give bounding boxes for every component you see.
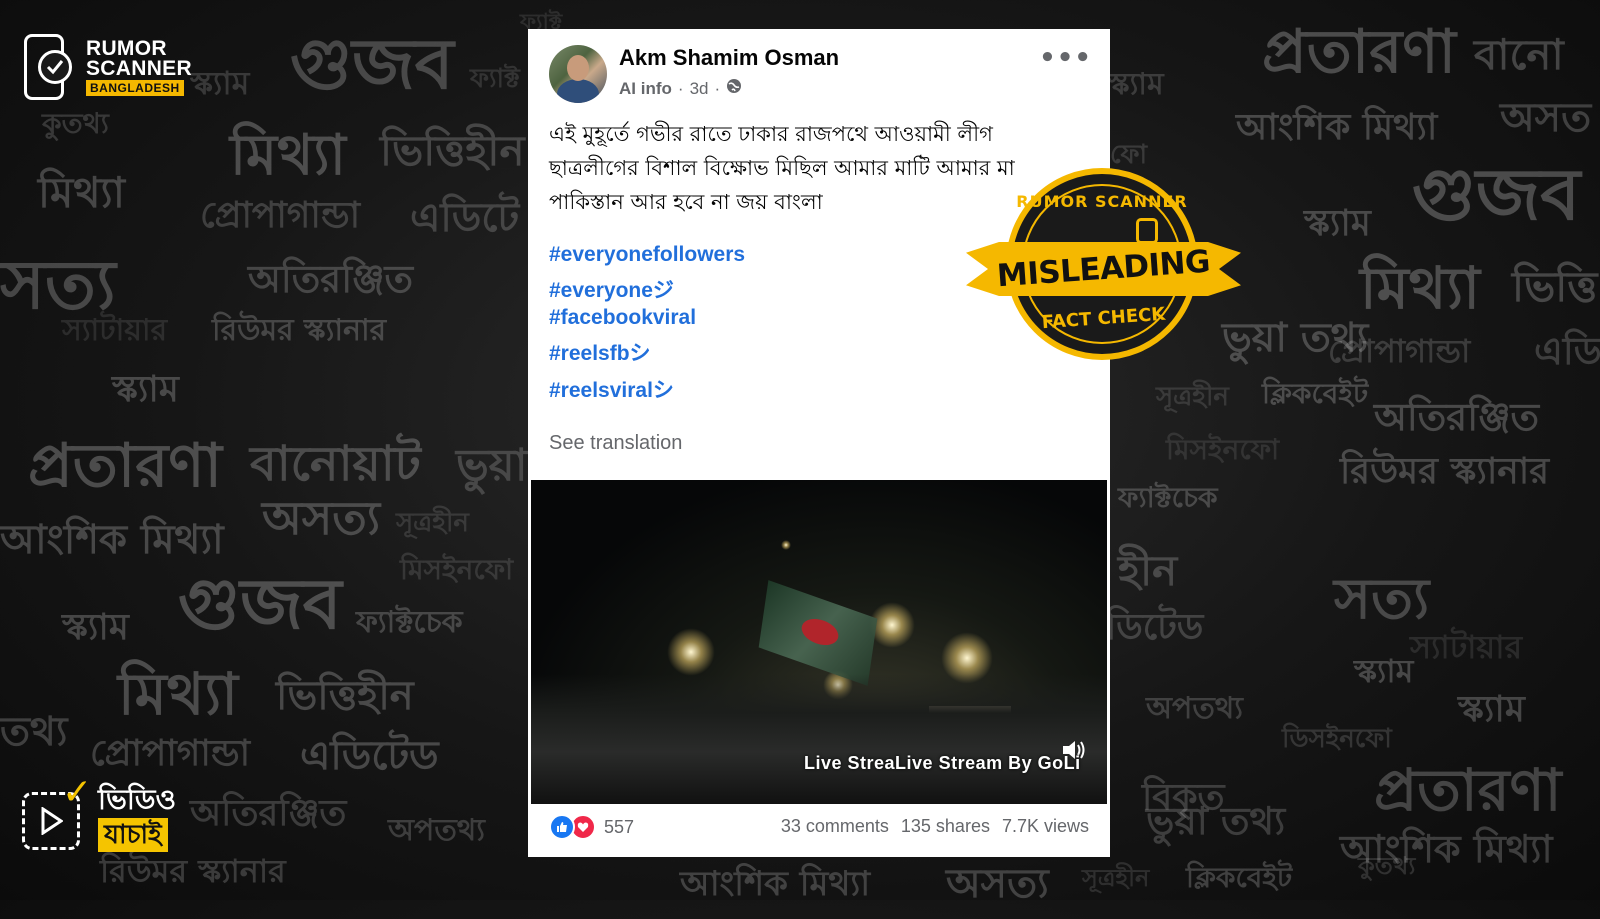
background-word: এডি <box>1534 329 1600 373</box>
video-caption: Live StreaLive Stream By GoLi <box>804 753 1081 773</box>
background-word: স্ক্যাম <box>1354 652 1414 690</box>
star-light <box>781 540 791 550</box>
background-word: স্ক্যাম <box>1458 689 1525 730</box>
checkmark-icon: ✓ <box>62 772 93 813</box>
post-author[interactable]: Akm Shamim Osman <box>619 45 839 71</box>
post-meta: AI info · 3d · <box>619 78 742 99</box>
see-translation-link[interactable]: See translation <box>549 432 682 455</box>
shares-count[interactable]: 135 shares <box>901 816 990 837</box>
stamp-top-text: RUMOR SCANNER <box>1016 192 1188 211</box>
background-word: মিথ্যা <box>38 168 125 217</box>
background-word: স্ক্যাম <box>112 369 179 410</box>
post-time[interactable]: 3d <box>690 79 709 99</box>
hashtag-link[interactable]: #everyoneジ <box>549 274 745 304</box>
background-word: অসত্য <box>946 861 1049 907</box>
background-word: অসত্য <box>262 491 381 545</box>
post-stats: 557 33 comments 135 shares 7.7K views <box>549 814 1089 842</box>
background-word: অপতথ্য <box>388 813 485 848</box>
misleading-stamp: RUMOR SCANNER MISLEADING FACT CHECK <box>966 164 1241 364</box>
background-word: মিসইনফো <box>1166 433 1280 466</box>
brand-line-1: RUMOR <box>86 37 167 60</box>
meta-separator: · <box>677 78 684 98</box>
background-word: অতিরঞ্জিত <box>190 793 347 834</box>
background-word: ভুয়া <box>456 440 528 491</box>
hashtag-list: #everyonefollowers #everyoneジ #facebookvir… <box>549 243 745 411</box>
background-word: প্রতারণা <box>1262 17 1456 87</box>
background-word: অতিরঞ্জিত <box>248 257 414 301</box>
background-word: ফ্যাক্ট <box>470 64 520 94</box>
background-word: ফ্যাক্টচেক <box>356 605 463 640</box>
background-word: গুজব <box>1412 152 1581 236</box>
background-word: অতিরঞ্জিত <box>1374 395 1540 439</box>
background-word: স্যাটায়ার <box>62 313 168 348</box>
avatar-body <box>557 79 599 103</box>
background-word: কুতথ্য <box>42 107 109 140</box>
background-word: ভিত্তিহীন <box>380 126 525 175</box>
facebook-post-card: Akm Shamim Osman AI info · 3d · ••• এই ম… <box>528 29 1110 857</box>
comments-count[interactable]: 33 comments <box>781 816 889 837</box>
background-word: প্রোপাগান্ডা <box>90 733 251 774</box>
engagement-stats: 33 comments 135 shares 7.7K views <box>781 816 1089 837</box>
like-reaction-icon <box>549 814 575 840</box>
background-word: প্রতারণা <box>28 431 222 501</box>
background-word: ফ্যাক্টচেক <box>1118 481 1218 514</box>
hashtag-link[interactable]: #facebookviral <box>549 306 745 330</box>
check-circle-icon <box>38 50 72 84</box>
background-word: মিসইনফো <box>400 553 514 586</box>
brand-line-2: SCANNER <box>86 57 192 80</box>
background-word: প্রোপাগান্ডা <box>200 195 361 236</box>
hashtag-link[interactable]: #everyonefollowers <box>549 243 745 267</box>
background-word: কুতথ্য <box>1358 852 1416 880</box>
background-word: ক্লিকবেইট <box>1262 377 1369 410</box>
meta-separator: · <box>714 78 721 98</box>
hashtag-link[interactable]: #reelsfbシ <box>549 337 745 367</box>
video-yachai-logo: ✓ ভিডিও যাচাই <box>22 772 192 858</box>
post-video[interactable]: Live StreaLive Stream By GoLi <box>531 480 1107 804</box>
background-word: রিউমর স্ক্যানার <box>212 313 387 348</box>
street-light <box>667 628 715 676</box>
background-word: ক্লিকবেইট <box>1186 861 1293 894</box>
background-word: হীন <box>1118 546 1178 595</box>
views-count: 7.7K views <box>1001 816 1089 836</box>
background-word: সূত্রহীন <box>396 508 469 538</box>
background-word: ভুয়া তথ্য <box>1146 799 1286 843</box>
avatar[interactable] <box>549 45 607 103</box>
hashtag-link[interactable]: #reelsviralシ <box>549 374 745 404</box>
reaction-count[interactable]: 557 <box>604 817 634 838</box>
background-word: ভিত্তি <box>1512 262 1598 311</box>
background-word: এডিটেড <box>300 733 439 779</box>
crowd <box>531 674 1107 804</box>
background-word: সূত্রহীন <box>1156 382 1229 412</box>
ai-info-link[interactable]: AI info <box>619 79 672 99</box>
avatar-face <box>567 55 589 81</box>
background-word: আংশিক মিথ্যা <box>1236 107 1438 148</box>
background-word: স্যাটায়ার <box>1410 628 1523 666</box>
video-logo-line-2: যাচাই <box>98 818 168 852</box>
rumor-scanner-logo: RUMOR SCANNER BANGLADESH <box>24 32 199 100</box>
background-word: গুজব <box>290 23 454 105</box>
globe-icon <box>726 78 742 99</box>
background-word: অপতথ্য <box>1146 691 1243 726</box>
background-word: তথ্য <box>0 709 68 755</box>
background-word: আংশিক মিথ্যা <box>680 864 871 904</box>
background-word: বানো <box>1474 30 1564 79</box>
background-word: রিউমর স্ক্যানার <box>1340 451 1550 492</box>
more-options-icon[interactable]: ••• <box>1039 43 1092 73</box>
background-word: স্ক্যাম <box>1108 67 1164 102</box>
background-word: ডিটেড <box>1106 607 1204 648</box>
background-word: সূত্রহীন <box>1082 864 1150 892</box>
brand-line-3: BANGLADESH <box>86 80 184 96</box>
reactions[interactable]: 557 <box>549 814 634 840</box>
background-word: ভিত্তিহীন <box>276 673 414 719</box>
background-word: এডিটে <box>410 195 520 241</box>
